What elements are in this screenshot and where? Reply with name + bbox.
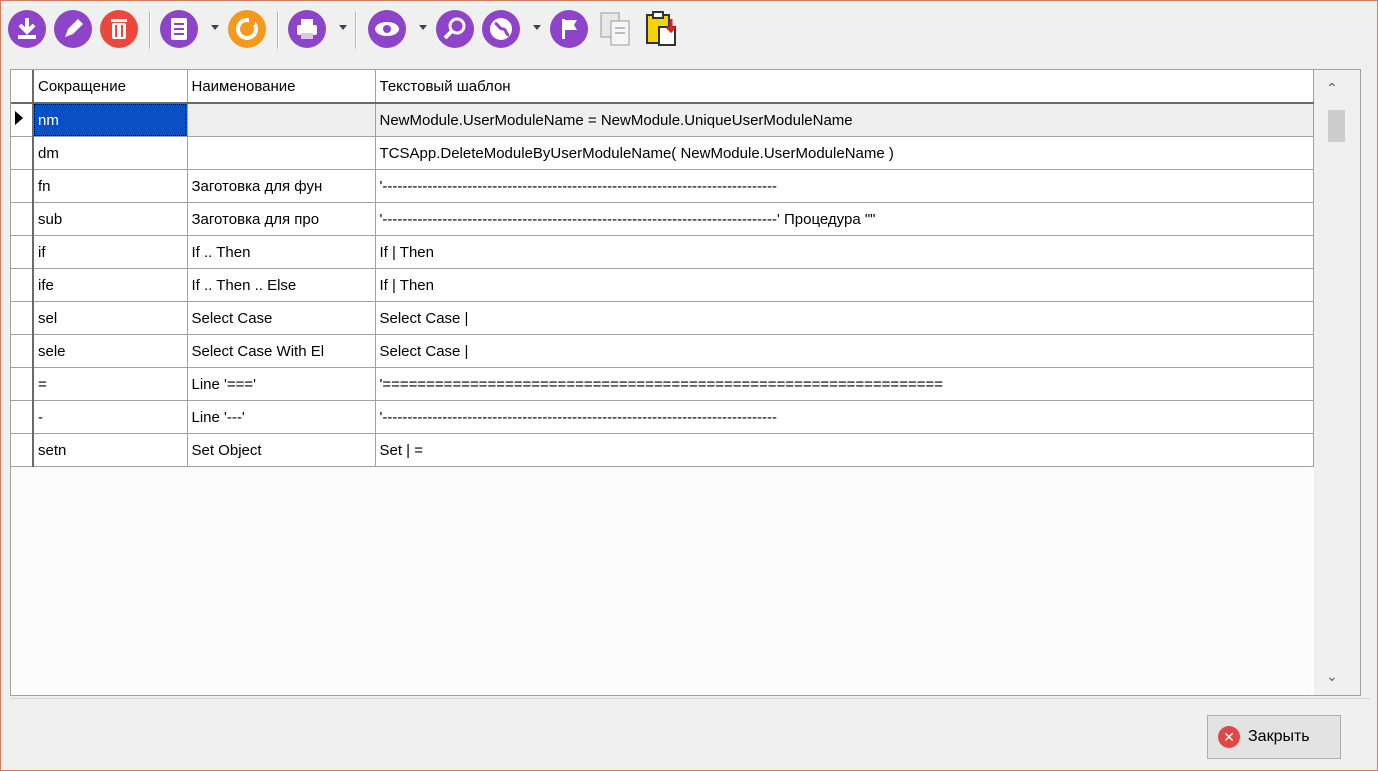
table-row[interactable]: dm TCSApp.DeleteModuleByUserModuleName( N…: [11, 136, 1314, 170]
close-icon: ✕: [1218, 726, 1240, 748]
scroll-up-icon[interactable]: ⌃: [1326, 80, 1338, 97]
row-indicator[interactable]: [11, 334, 34, 368]
flag-icon[interactable]: [549, 9, 589, 49]
row-indicator[interactable]: [11, 400, 34, 434]
templates-table: Сокращение Наименование Текстовый шаблон…: [11, 70, 1314, 467]
toolbar-separator: [149, 11, 151, 49]
cell-abbr[interactable]: dm: [33, 136, 188, 170]
delete-icon[interactable]: [99, 9, 139, 49]
table-row[interactable]: if If .. Then If | Then: [11, 235, 1314, 269]
cell-name[interactable]: Line '---': [187, 400, 376, 434]
column-header-name[interactable]: Наименование: [187, 70, 376, 104]
indicator-header: [11, 70, 34, 104]
table-row[interactable]: sub Заготовка для про '-------------------…: [11, 202, 1314, 236]
search-icon[interactable]: [435, 9, 475, 49]
close-button-label: Закрыть: [1248, 728, 1310, 745]
cell-name[interactable]: [187, 136, 376, 170]
cell-template[interactable]: '=======================================…: [375, 367, 1314, 401]
cell-abbr[interactable]: sel: [33, 301, 188, 335]
cell-name[interactable]: Set Object: [187, 433, 376, 467]
chevron-down-icon[interactable]: [533, 25, 541, 30]
table-row[interactable]: nm NewModule.UserModuleName = NewModule.U…: [11, 103, 1314, 137]
cell-template[interactable]: '---------------------------------------…: [375, 202, 1314, 236]
row-indicator[interactable]: [11, 367, 34, 401]
cell-name[interactable]: Select Case With El: [187, 334, 376, 368]
download-icon[interactable]: [7, 9, 47, 49]
chevron-down-icon[interactable]: [339, 25, 347, 30]
cell-abbr[interactable]: if: [33, 235, 188, 269]
row-indicator[interactable]: [11, 103, 34, 137]
cell-abbr[interactable]: sub: [33, 202, 188, 236]
footer-divider: [10, 698, 1370, 699]
row-indicator[interactable]: [11, 169, 34, 203]
table-header: Сокращение Наименование Текстовый шаблон: [11, 70, 1314, 104]
close-button[interactable]: ✕ Закрыть: [1207, 715, 1341, 759]
refresh-icon[interactable]: [227, 9, 267, 49]
view-icon[interactable]: [367, 9, 407, 49]
cell-template[interactable]: '---------------------------------------…: [375, 169, 1314, 203]
row-indicator[interactable]: [11, 202, 34, 236]
cell-abbr[interactable]: nm: [33, 103, 188, 137]
table-row[interactable]: sele Select Case With El Select Case |: [11, 334, 1314, 368]
table-row[interactable]: ife If .. Then .. Else If | Then: [11, 268, 1314, 302]
table-row[interactable]: = Line '===' '============================…: [11, 367, 1314, 401]
scroll-down-icon[interactable]: ⌄: [1326, 668, 1338, 685]
cell-name[interactable]: If .. Then .. Else: [187, 268, 376, 302]
cell-template[interactable]: If | Then: [375, 268, 1314, 302]
cell-abbr[interactable]: sele: [33, 334, 188, 368]
cell-template[interactable]: Set | =: [375, 433, 1314, 467]
scroll-thumb[interactable]: [1328, 110, 1345, 142]
clipboard-icon[interactable]: [641, 9, 681, 49]
document-icon[interactable]: [159, 9, 199, 49]
cell-abbr[interactable]: setn: [33, 433, 188, 467]
dialog-window: Сокращение Наименование Текстовый шаблон…: [0, 0, 1378, 771]
row-indicator[interactable]: [11, 268, 34, 302]
cell-template[interactable]: Select Case |: [375, 301, 1314, 335]
table-row[interactable]: fn Заготовка для фун '--------------------…: [11, 169, 1314, 203]
templates-grid[interactable]: Сокращение Наименование Текстовый шаблон…: [10, 69, 1361, 696]
chevron-down-icon[interactable]: [419, 25, 427, 30]
cell-abbr[interactable]: =: [33, 367, 188, 401]
vertical-scrollbar[interactable]: ⌃ ⌄: [1314, 70, 1360, 695]
table-row[interactable]: setn Set Object Set | =: [11, 433, 1314, 467]
cell-template[interactable]: TCSApp.DeleteModuleByUserModuleName( New…: [375, 136, 1314, 170]
cell-name[interactable]: Заготовка для про: [187, 202, 376, 236]
cell-template[interactable]: Select Case |: [375, 334, 1314, 368]
cell-name[interactable]: Line '===': [187, 367, 376, 401]
cell-template[interactable]: If | Then: [375, 235, 1314, 269]
row-indicator[interactable]: [11, 235, 34, 269]
cell-abbr[interactable]: -: [33, 400, 188, 434]
edit-icon[interactable]: [53, 9, 93, 49]
toolbar-separator: [355, 11, 357, 49]
cell-name[interactable]: Заготовка для фун: [187, 169, 376, 203]
cell-abbr[interactable]: ife: [33, 268, 188, 302]
row-indicator[interactable]: [11, 301, 34, 335]
cell-abbr[interactable]: fn: [33, 169, 188, 203]
toolbar-separator: [277, 11, 279, 49]
globe-icon[interactable]: [481, 9, 521, 49]
row-indicator[interactable]: [11, 433, 34, 467]
table-row[interactable]: sel Select Case Select Case |: [11, 301, 1314, 335]
cell-template[interactable]: '---------------------------------------…: [375, 400, 1314, 434]
print-icon[interactable]: [287, 9, 327, 49]
cell-name[interactable]: Select Case: [187, 301, 376, 335]
column-header-abbr[interactable]: Сокращение: [33, 70, 188, 104]
chevron-down-icon[interactable]: [211, 25, 219, 30]
table-row[interactable]: - Line '---' '----------------------------…: [11, 400, 1314, 434]
cell-template[interactable]: NewModule.UserModuleName = NewModule.Uni…: [375, 103, 1314, 137]
column-header-template[interactable]: Текстовый шаблон: [375, 70, 1314, 104]
cell-name[interactable]: If .. Then: [187, 235, 376, 269]
row-indicator[interactable]: [11, 136, 34, 170]
cell-name[interactable]: [187, 103, 376, 137]
current-row-arrow-icon: [15, 111, 23, 125]
copy-icon[interactable]: [595, 9, 635, 49]
